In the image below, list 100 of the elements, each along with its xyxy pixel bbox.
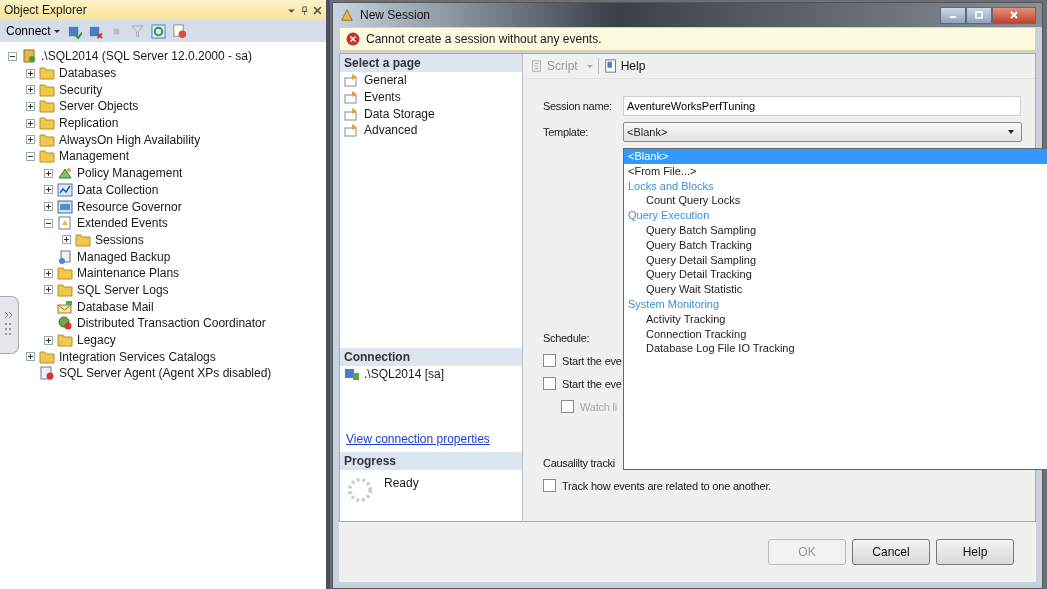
caret-icon	[585, 62, 594, 70]
dropdown-option[interactable]: Query Detail Tracking	[624, 267, 1047, 283]
tree-item[interactable]: SQL Server Agent (Agent XPs disabled)	[59, 366, 272, 381]
expand-icon[interactable]	[44, 335, 53, 345]
tree-item[interactable]: Sessions	[95, 232, 144, 247]
expand-icon[interactable]	[26, 68, 35, 78]
dialog-button[interactable]: Cancel	[852, 539, 930, 565]
folder-icon	[39, 149, 55, 164]
page-link[interactable]: Data Storage	[364, 106, 435, 121]
collapse-icon[interactable]	[8, 51, 17, 61]
panel-title: Object Explorer	[4, 3, 87, 17]
checkbox[interactable]: Start the eve	[543, 377, 622, 390]
page-link[interactable]: Events	[364, 90, 401, 105]
section-heading: Select a page	[340, 54, 522, 72]
dropdown-option[interactable]: Count Query Locks	[624, 193, 1047, 209]
folder-icon	[39, 349, 55, 364]
spinner-icon	[346, 476, 374, 505]
tree-item[interactable]: Databases	[59, 66, 117, 81]
collapse-icon[interactable]	[26, 151, 35, 161]
dropdown-option[interactable]: Connection Tracking	[624, 326, 1047, 342]
document-icon	[57, 216, 73, 231]
tree-item[interactable]: AlwaysOn High Availability	[59, 132, 201, 147]
page-icon	[344, 73, 360, 88]
expand-icon[interactable]	[26, 352, 35, 362]
tree-item[interactable]: Integration Services Catalogs	[59, 349, 216, 364]
tree-item[interactable]: Policy Management	[77, 166, 183, 181]
section-label: Causalilty tracki	[543, 457, 615, 469]
dropdown-option[interactable]: Query Wait Statistic	[624, 282, 1047, 297]
expand-icon[interactable]	[26, 118, 35, 128]
close-icon[interactable]	[313, 5, 322, 15]
connect-button[interactable]: Connect	[6, 24, 61, 38]
minimize-button[interactable]	[940, 6, 966, 24]
tree-item[interactable]: Extended Events	[77, 216, 168, 231]
checkbox[interactable]: Start the eve	[543, 354, 622, 367]
caret-icon	[52, 27, 61, 35]
chart-icon	[57, 182, 73, 197]
help-button[interactable]: Help	[602, 59, 646, 73]
dropdown-option[interactable]: Activity Tracking	[624, 311, 1047, 327]
tree-item[interactable]: .\SQL2014 (SQL Server 12.0.2000 - sa)	[41, 49, 252, 64]
folder-icon	[75, 232, 91, 247]
expand-icon[interactable]	[26, 101, 35, 111]
folder-icon	[39, 66, 55, 81]
close-icon	[1009, 10, 1019, 20]
page-link[interactable]: General	[364, 73, 407, 88]
folder-icon	[39, 82, 55, 97]
error-message: Cannot create a session without any events.	[366, 32, 602, 46]
dropdown-option[interactable]: <From File...>	[624, 163, 1047, 179]
tree-item[interactable]: Maintenance Plans	[77, 266, 180, 281]
expand-icon[interactable]	[44, 185, 53, 195]
dropdown-option[interactable]: Query Batch Sampling	[624, 223, 1047, 238]
side-handle[interactable]	[0, 296, 19, 354]
session-icon	[339, 8, 355, 22]
page-icon	[344, 106, 360, 121]
session-name-field[interactable]: AventureWorksPerfTuning	[623, 96, 1021, 116]
checkbox[interactable]: Track how events are related to one another.	[543, 479, 772, 492]
expand-icon[interactable]	[26, 85, 35, 95]
dropdown-option[interactable]: Database Log File IO Tracking	[624, 341, 1047, 357]
maximize-icon	[974, 10, 984, 20]
tree-item[interactable]: Legacy	[77, 333, 116, 348]
maximize-button[interactable]	[966, 6, 992, 24]
folder-icon	[57, 333, 73, 348]
connection-properties-link[interactable]: View connection properties	[340, 432, 522, 447]
dropdown-option[interactable]: Query Detail Sampling	[624, 252, 1047, 268]
folder-icon	[57, 282, 73, 297]
caret-icon	[1007, 128, 1015, 136]
close-button[interactable]	[992, 6, 1036, 24]
option-group-header: Locks and Blocks	[627, 178, 715, 194]
tree-item[interactable]: Replication	[59, 116, 119, 131]
page-link[interactable]: Advanced	[364, 123, 418, 138]
template-dropdown[interactable]: <Blank>	[623, 122, 1022, 142]
tree-item[interactable]: Server Objects	[59, 99, 139, 114]
expand-icon[interactable]	[26, 135, 35, 145]
mail-icon	[57, 299, 73, 314]
folder-icon	[39, 132, 55, 147]
dropdown-option[interactable]: Query Batch Tracking	[624, 237, 1047, 253]
page-icon	[344, 123, 360, 138]
error-icon	[346, 32, 360, 46]
tree-item[interactable]: Resource Governor	[77, 199, 182, 214]
folder-icon	[39, 99, 55, 114]
expand-icon[interactable]	[62, 235, 71, 245]
tree-item[interactable]: Data Collection	[77, 182, 159, 197]
collapse-icon[interactable]	[44, 218, 53, 228]
progress-status: Ready	[384, 476, 419, 491]
expand-icon[interactable]	[44, 268, 53, 278]
backup-icon	[57, 249, 73, 264]
tree-item[interactable]: Database Mail	[77, 299, 154, 314]
expand-icon[interactable]	[44, 202, 53, 212]
activity-monitor-icon[interactable]	[171, 23, 187, 39]
refresh-icon[interactable]	[150, 23, 166, 39]
tree-item[interactable]: Distributed Transaction Coordinator	[77, 316, 266, 331]
server-icon	[21, 49, 37, 64]
tree-item[interactable]: SQL Server Logs	[77, 282, 169, 297]
window-icon	[57, 199, 73, 214]
expand-icon[interactable]	[44, 168, 53, 178]
pin-icon[interactable]	[300, 5, 309, 15]
expand-icon[interactable]	[44, 285, 53, 295]
dialog-button[interactable]: Help	[936, 539, 1014, 565]
tree-item[interactable]: Security	[59, 82, 103, 97]
tree-item[interactable]: Management	[59, 149, 130, 164]
tree-item[interactable]: Managed Backup	[77, 249, 171, 264]
